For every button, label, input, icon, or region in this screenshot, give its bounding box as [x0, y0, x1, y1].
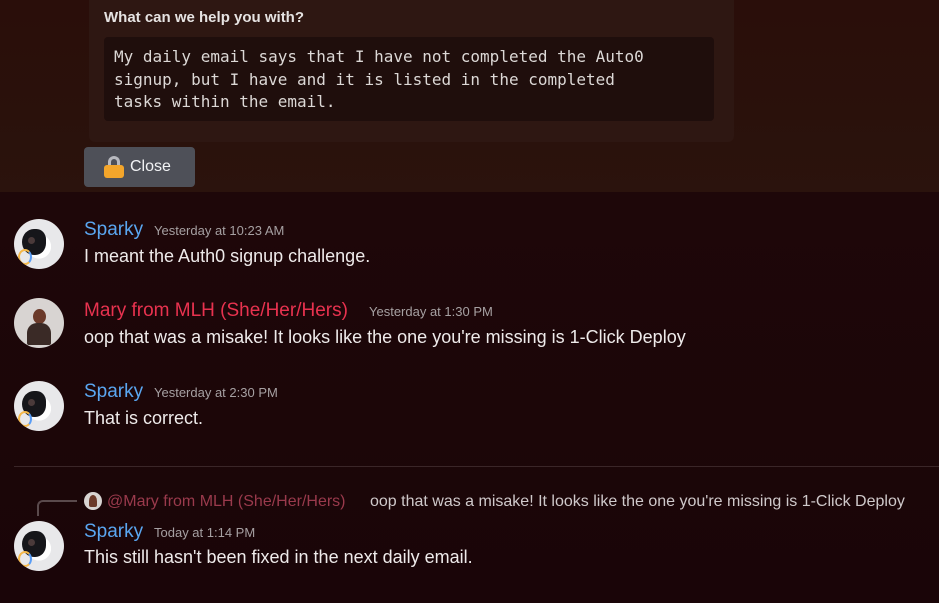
close-button-label: Close — [130, 158, 171, 175]
lock-icon — [104, 156, 124, 178]
close-button[interactable]: Close — [84, 147, 195, 187]
avatar[interactable] — [14, 219, 64, 269]
new-messages-divider — [14, 466, 939, 467]
reply-mention[interactable]: @Mary from MLH (She/Her/Hers) — [107, 493, 346, 511]
reply-connector — [37, 500, 77, 516]
message-timestamp: Yesterday at 2:30 PM — [154, 385, 278, 400]
message-author[interactable]: Mary from MLH (She/Her/Hers) — [84, 300, 348, 322]
message-content: oop that was a misake! It looks like the… — [84, 327, 686, 347]
message-author[interactable]: Sparky — [84, 521, 143, 543]
message-timestamp: Today at 1:14 PM — [154, 525, 256, 540]
form-question-label: What can we help you with? — [104, 9, 305, 26]
message-content: I meant the Auth0 signup challenge. — [84, 246, 371, 266]
avatar[interactable] — [14, 298, 64, 348]
reply-preview[interactable]: oop that was a misake! It looks like the… — [370, 493, 905, 511]
message-author[interactable]: Sparky — [84, 381, 143, 403]
message-content: This still hasn't been fixed in the next… — [84, 547, 473, 567]
message-content: That is correct. — [84, 408, 204, 428]
message-timestamp: Yesterday at 10:23 AM — [154, 223, 285, 238]
message-author[interactable]: Sparky — [84, 219, 143, 241]
message-timestamp: Yesterday at 1:30 PM — [369, 304, 493, 319]
avatar[interactable] — [14, 521, 64, 571]
support-ticket-header: What can we help you with? My daily emai… — [0, 0, 939, 192]
avatar[interactable] — [14, 381, 64, 431]
reply-avatar — [84, 492, 102, 510]
form-answer-text: My daily email says that I have not comp… — [104, 37, 714, 121]
